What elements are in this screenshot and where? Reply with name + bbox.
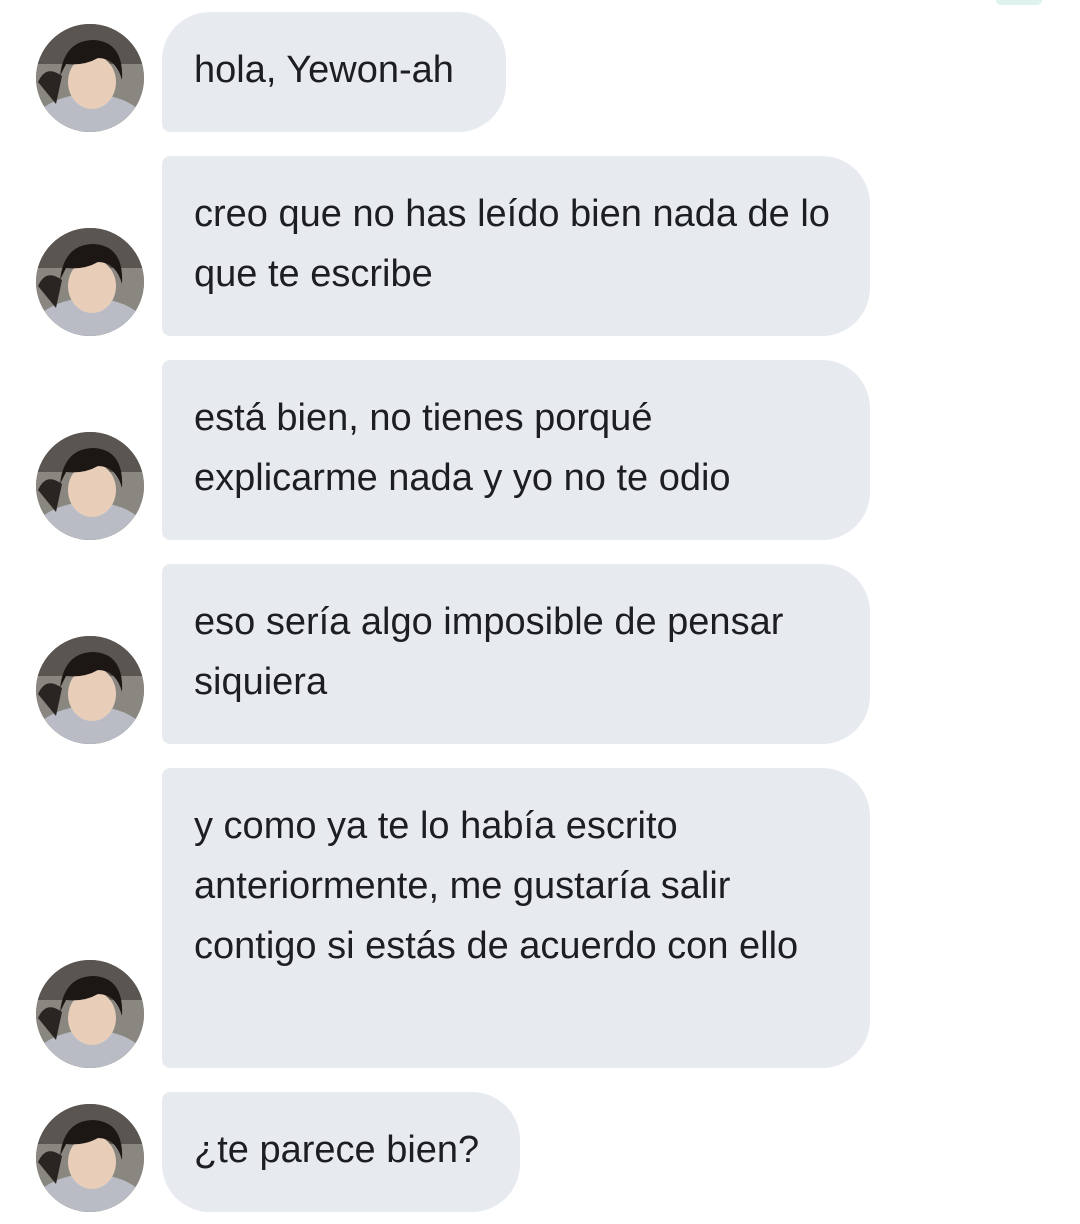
message-text: está bien, no tienes porqué explicarme n… bbox=[194, 397, 731, 499]
message-text: hola, Yewon-ah bbox=[194, 49, 454, 91]
sender-avatar[interactable] bbox=[36, 228, 144, 336]
message-text: ¿te parece bien? bbox=[194, 1129, 480, 1171]
avatar-photo-icon bbox=[36, 228, 144, 336]
avatar-photo-icon bbox=[36, 636, 144, 744]
message-bubble[interactable]: está bien, no tienes porqué explicarme n… bbox=[162, 360, 870, 540]
message-text: y como ya te lo había escrito anteriorme… bbox=[194, 805, 799, 967]
message-text: creo que no has leído bien nada de lo qu… bbox=[194, 193, 830, 295]
message-thread: hola, Yewon-ah creo que no has leído bie… bbox=[0, 0, 1080, 1224]
message-bubble[interactable]: ¿te parece bien? bbox=[162, 1092, 520, 1212]
message-text: eso sería algo imposible de pensar siqui… bbox=[194, 601, 784, 703]
message-bubble[interactable]: y como ya te lo había escrito anteriorme… bbox=[162, 768, 870, 1068]
sender-avatar[interactable] bbox=[36, 636, 144, 744]
sender-avatar[interactable] bbox=[36, 1104, 144, 1212]
message-bubble[interactable]: hola, Yewon-ah bbox=[162, 12, 506, 132]
avatar-photo-icon bbox=[36, 1104, 144, 1212]
message-bubble[interactable]: eso sería algo imposible de pensar siqui… bbox=[162, 564, 870, 744]
sender-avatar[interactable] bbox=[36, 432, 144, 540]
sender-avatar[interactable] bbox=[36, 960, 144, 1068]
avatar-photo-icon bbox=[36, 960, 144, 1068]
message-bubble[interactable]: creo que no has leído bien nada de lo qu… bbox=[162, 156, 870, 336]
avatar-photo-icon bbox=[36, 432, 144, 540]
sender-avatar[interactable] bbox=[36, 24, 144, 132]
avatar-photo-icon bbox=[36, 24, 144, 132]
